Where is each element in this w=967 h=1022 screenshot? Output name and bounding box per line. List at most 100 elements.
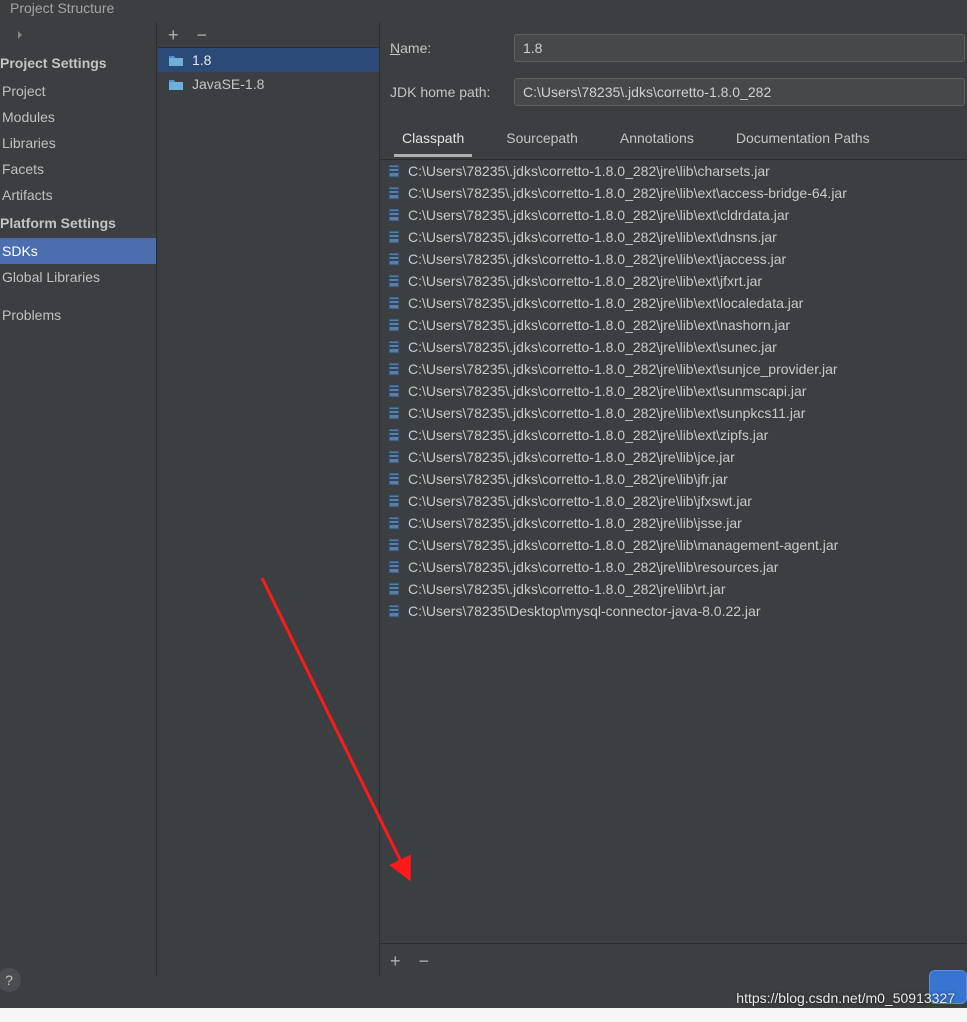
section-project-settings: Project Settings — [0, 48, 156, 78]
classpath-entry[interactable]: C:\Users\78235\.jdks\corretto-1.8.0_282\… — [380, 380, 967, 402]
jar-icon — [388, 252, 400, 266]
classpath-entry[interactable]: C:\Users\78235\.jdks\corretto-1.8.0_282\… — [380, 578, 967, 600]
jar-icon — [388, 274, 400, 288]
classpath-entry[interactable]: C:\Users\78235\.jdks\corretto-1.8.0_282\… — [380, 468, 967, 490]
classpath-entry[interactable]: C:\Users\78235\.jdks\corretto-1.8.0_282\… — [380, 160, 967, 182]
jar-icon — [388, 494, 400, 508]
classpath-entry[interactable]: C:\Users\78235\Desktop\mysql-connector-j… — [380, 600, 967, 622]
jar-icon — [388, 340, 400, 354]
tab-classpath[interactable]: Classpath — [394, 122, 472, 157]
jar-icon — [388, 296, 400, 310]
classpath-entry-path: C:\Users\78235\.jdks\corretto-1.8.0_282\… — [408, 405, 805, 421]
classpath-entry-path: C:\Users\78235\Desktop\mysql-connector-j… — [408, 603, 761, 619]
sdk-item-label: JavaSE-1.8 — [192, 76, 264, 92]
sidebar: Project Settings ProjectModulesLibraries… — [0, 22, 157, 977]
classpath-entry-path: C:\Users\78235\.jdks\corretto-1.8.0_282\… — [408, 185, 847, 201]
classpath-entry[interactable]: C:\Users\78235\.jdks\corretto-1.8.0_282\… — [380, 314, 967, 336]
classpath-entry[interactable]: C:\Users\78235\.jdks\corretto-1.8.0_282\… — [380, 512, 967, 534]
sdk-item-label: 1.8 — [192, 52, 211, 68]
remove-classpath-icon[interactable]: − — [419, 952, 430, 970]
jar-icon — [388, 428, 400, 442]
sdk-list-toolbar: + − — [158, 22, 379, 48]
jdk-home-path-input[interactable] — [514, 78, 965, 106]
jar-icon — [388, 384, 400, 398]
classpath-entry[interactable]: C:\Users\78235\.jdks\corretto-1.8.0_282\… — [380, 402, 967, 424]
jar-icon — [388, 208, 400, 222]
classpath-entry[interactable]: C:\Users\78235\.jdks\corretto-1.8.0_282\… — [380, 226, 967, 248]
sdk-item[interactable]: 1.8 — [158, 48, 379, 72]
sdk-list-panel: + − 1.8 JavaSE-1.8 — [158, 22, 380, 977]
sidebar-item-problems[interactable]: Problems — [0, 302, 156, 328]
jar-icon — [388, 538, 400, 552]
tab-sourcepath[interactable]: Sourcepath — [498, 122, 586, 157]
sidebar-item-artifacts[interactable]: Artifacts — [0, 182, 156, 208]
classpath-entry[interactable]: C:\Users\78235\.jdks\corretto-1.8.0_282\… — [380, 182, 967, 204]
jar-icon — [388, 560, 400, 574]
classpath-entry-path: C:\Users\78235\.jdks\corretto-1.8.0_282\… — [408, 207, 789, 223]
tab-documentation-paths[interactable]: Documentation Paths — [728, 122, 878, 157]
add-sdk-icon[interactable]: + — [168, 26, 179, 44]
path-label: JDK home path: — [390, 84, 502, 100]
classpath-entry-path: C:\Users\78235\.jdks\corretto-1.8.0_282\… — [408, 251, 786, 267]
classpath-entry-path: C:\Users\78235\.jdks\corretto-1.8.0_282\… — [408, 559, 778, 575]
jar-icon — [388, 362, 400, 376]
classpath-entry-path: C:\Users\78235\.jdks\corretto-1.8.0_282\… — [408, 537, 838, 553]
jar-icon — [388, 406, 400, 420]
classpath-entry-path: C:\Users\78235\.jdks\corretto-1.8.0_282\… — [408, 229, 777, 245]
jar-icon — [388, 186, 400, 200]
classpath-entry-path: C:\Users\78235\.jdks\corretto-1.8.0_282\… — [408, 163, 770, 179]
jar-icon — [388, 164, 400, 178]
sidebar-item-sdks[interactable]: SDKs — [0, 238, 156, 264]
sdk-details-panel: Name: JDK home path: ClasspathSourcepath… — [380, 22, 967, 977]
bottom-strip — [0, 1008, 967, 1022]
classpath-entry-path: C:\Users\78235\.jdks\corretto-1.8.0_282\… — [408, 493, 752, 509]
back-button[interactable] — [0, 22, 156, 48]
jar-icon — [388, 450, 400, 464]
classpath-entry[interactable]: C:\Users\78235\.jdks\corretto-1.8.0_282\… — [380, 424, 967, 446]
sidebar-item-libraries[interactable]: Libraries — [0, 130, 156, 156]
classpath-entry-path: C:\Users\78235\.jdks\corretto-1.8.0_282\… — [408, 471, 728, 487]
add-classpath-icon[interactable]: + — [390, 952, 401, 970]
jar-icon — [388, 582, 400, 596]
jar-icon — [388, 604, 400, 618]
watermark: https://blog.csdn.net/m0_50913327 — [736, 990, 955, 1006]
arrow-right-icon — [8, 29, 26, 41]
classpath-entry[interactable]: C:\Users\78235\.jdks\corretto-1.8.0_282\… — [380, 292, 967, 314]
jar-icon — [388, 472, 400, 486]
classpath-entry[interactable]: C:\Users\78235\.jdks\corretto-1.8.0_282\… — [380, 490, 967, 512]
classpath-entry-path: C:\Users\78235\.jdks\corretto-1.8.0_282\… — [408, 295, 803, 311]
sdk-item[interactable]: JavaSE-1.8 — [158, 72, 379, 96]
classpath-list[interactable]: C:\Users\78235\.jdks\corretto-1.8.0_282\… — [380, 159, 967, 899]
classpath-entry-path: C:\Users\78235\.jdks\corretto-1.8.0_282\… — [408, 383, 806, 399]
classpath-entry-path: C:\Users\78235\.jdks\corretto-1.8.0_282\… — [408, 515, 742, 531]
sidebar-item-modules[interactable]: Modules — [0, 104, 156, 130]
classpath-entry[interactable]: C:\Users\78235\.jdks\corretto-1.8.0_282\… — [380, 204, 967, 226]
jar-icon — [388, 516, 400, 530]
classpath-entry-path: C:\Users\78235\.jdks\corretto-1.8.0_282\… — [408, 361, 838, 377]
classpath-entry-path: C:\Users\78235\.jdks\corretto-1.8.0_282\… — [408, 581, 725, 597]
classpath-entry[interactable]: C:\Users\78235\.jdks\corretto-1.8.0_282\… — [380, 358, 967, 380]
tab-annotations[interactable]: Annotations — [612, 122, 702, 157]
classpath-entry[interactable]: C:\Users\78235\.jdks\corretto-1.8.0_282\… — [380, 270, 967, 292]
classpath-entry-path: C:\Users\78235\.jdks\corretto-1.8.0_282\… — [408, 427, 768, 443]
classpath-entry[interactable]: C:\Users\78235\.jdks\corretto-1.8.0_282\… — [380, 336, 967, 358]
help-icon[interactable]: ? — [0, 968, 21, 992]
classpath-entry-path: C:\Users\78235\.jdks\corretto-1.8.0_282\… — [408, 449, 735, 465]
jar-icon — [388, 318, 400, 332]
sidebar-item-project[interactable]: Project — [0, 78, 156, 104]
jar-icon — [388, 230, 400, 244]
sidebar-item-facets[interactable]: Facets — [0, 156, 156, 182]
remove-sdk-icon[interactable]: − — [197, 26, 208, 44]
section-platform-settings: Platform Settings — [0, 208, 156, 238]
folder-icon — [168, 77, 184, 91]
classpath-entry[interactable]: C:\Users\78235\.jdks\corretto-1.8.0_282\… — [380, 556, 967, 578]
dialog-title: Project Structure — [0, 0, 967, 18]
folder-icon — [168, 53, 184, 67]
classpath-entry[interactable]: C:\Users\78235\.jdks\corretto-1.8.0_282\… — [380, 248, 967, 270]
classpath-entry-path: C:\Users\78235\.jdks\corretto-1.8.0_282\… — [408, 317, 790, 333]
sidebar-item-global-libraries[interactable]: Global Libraries — [0, 264, 156, 290]
name-input[interactable] — [514, 34, 965, 62]
classpath-entry-path: C:\Users\78235\.jdks\corretto-1.8.0_282\… — [408, 339, 777, 355]
classpath-entry[interactable]: C:\Users\78235\.jdks\corretto-1.8.0_282\… — [380, 534, 967, 556]
classpath-entry[interactable]: C:\Users\78235\.jdks\corretto-1.8.0_282\… — [380, 446, 967, 468]
